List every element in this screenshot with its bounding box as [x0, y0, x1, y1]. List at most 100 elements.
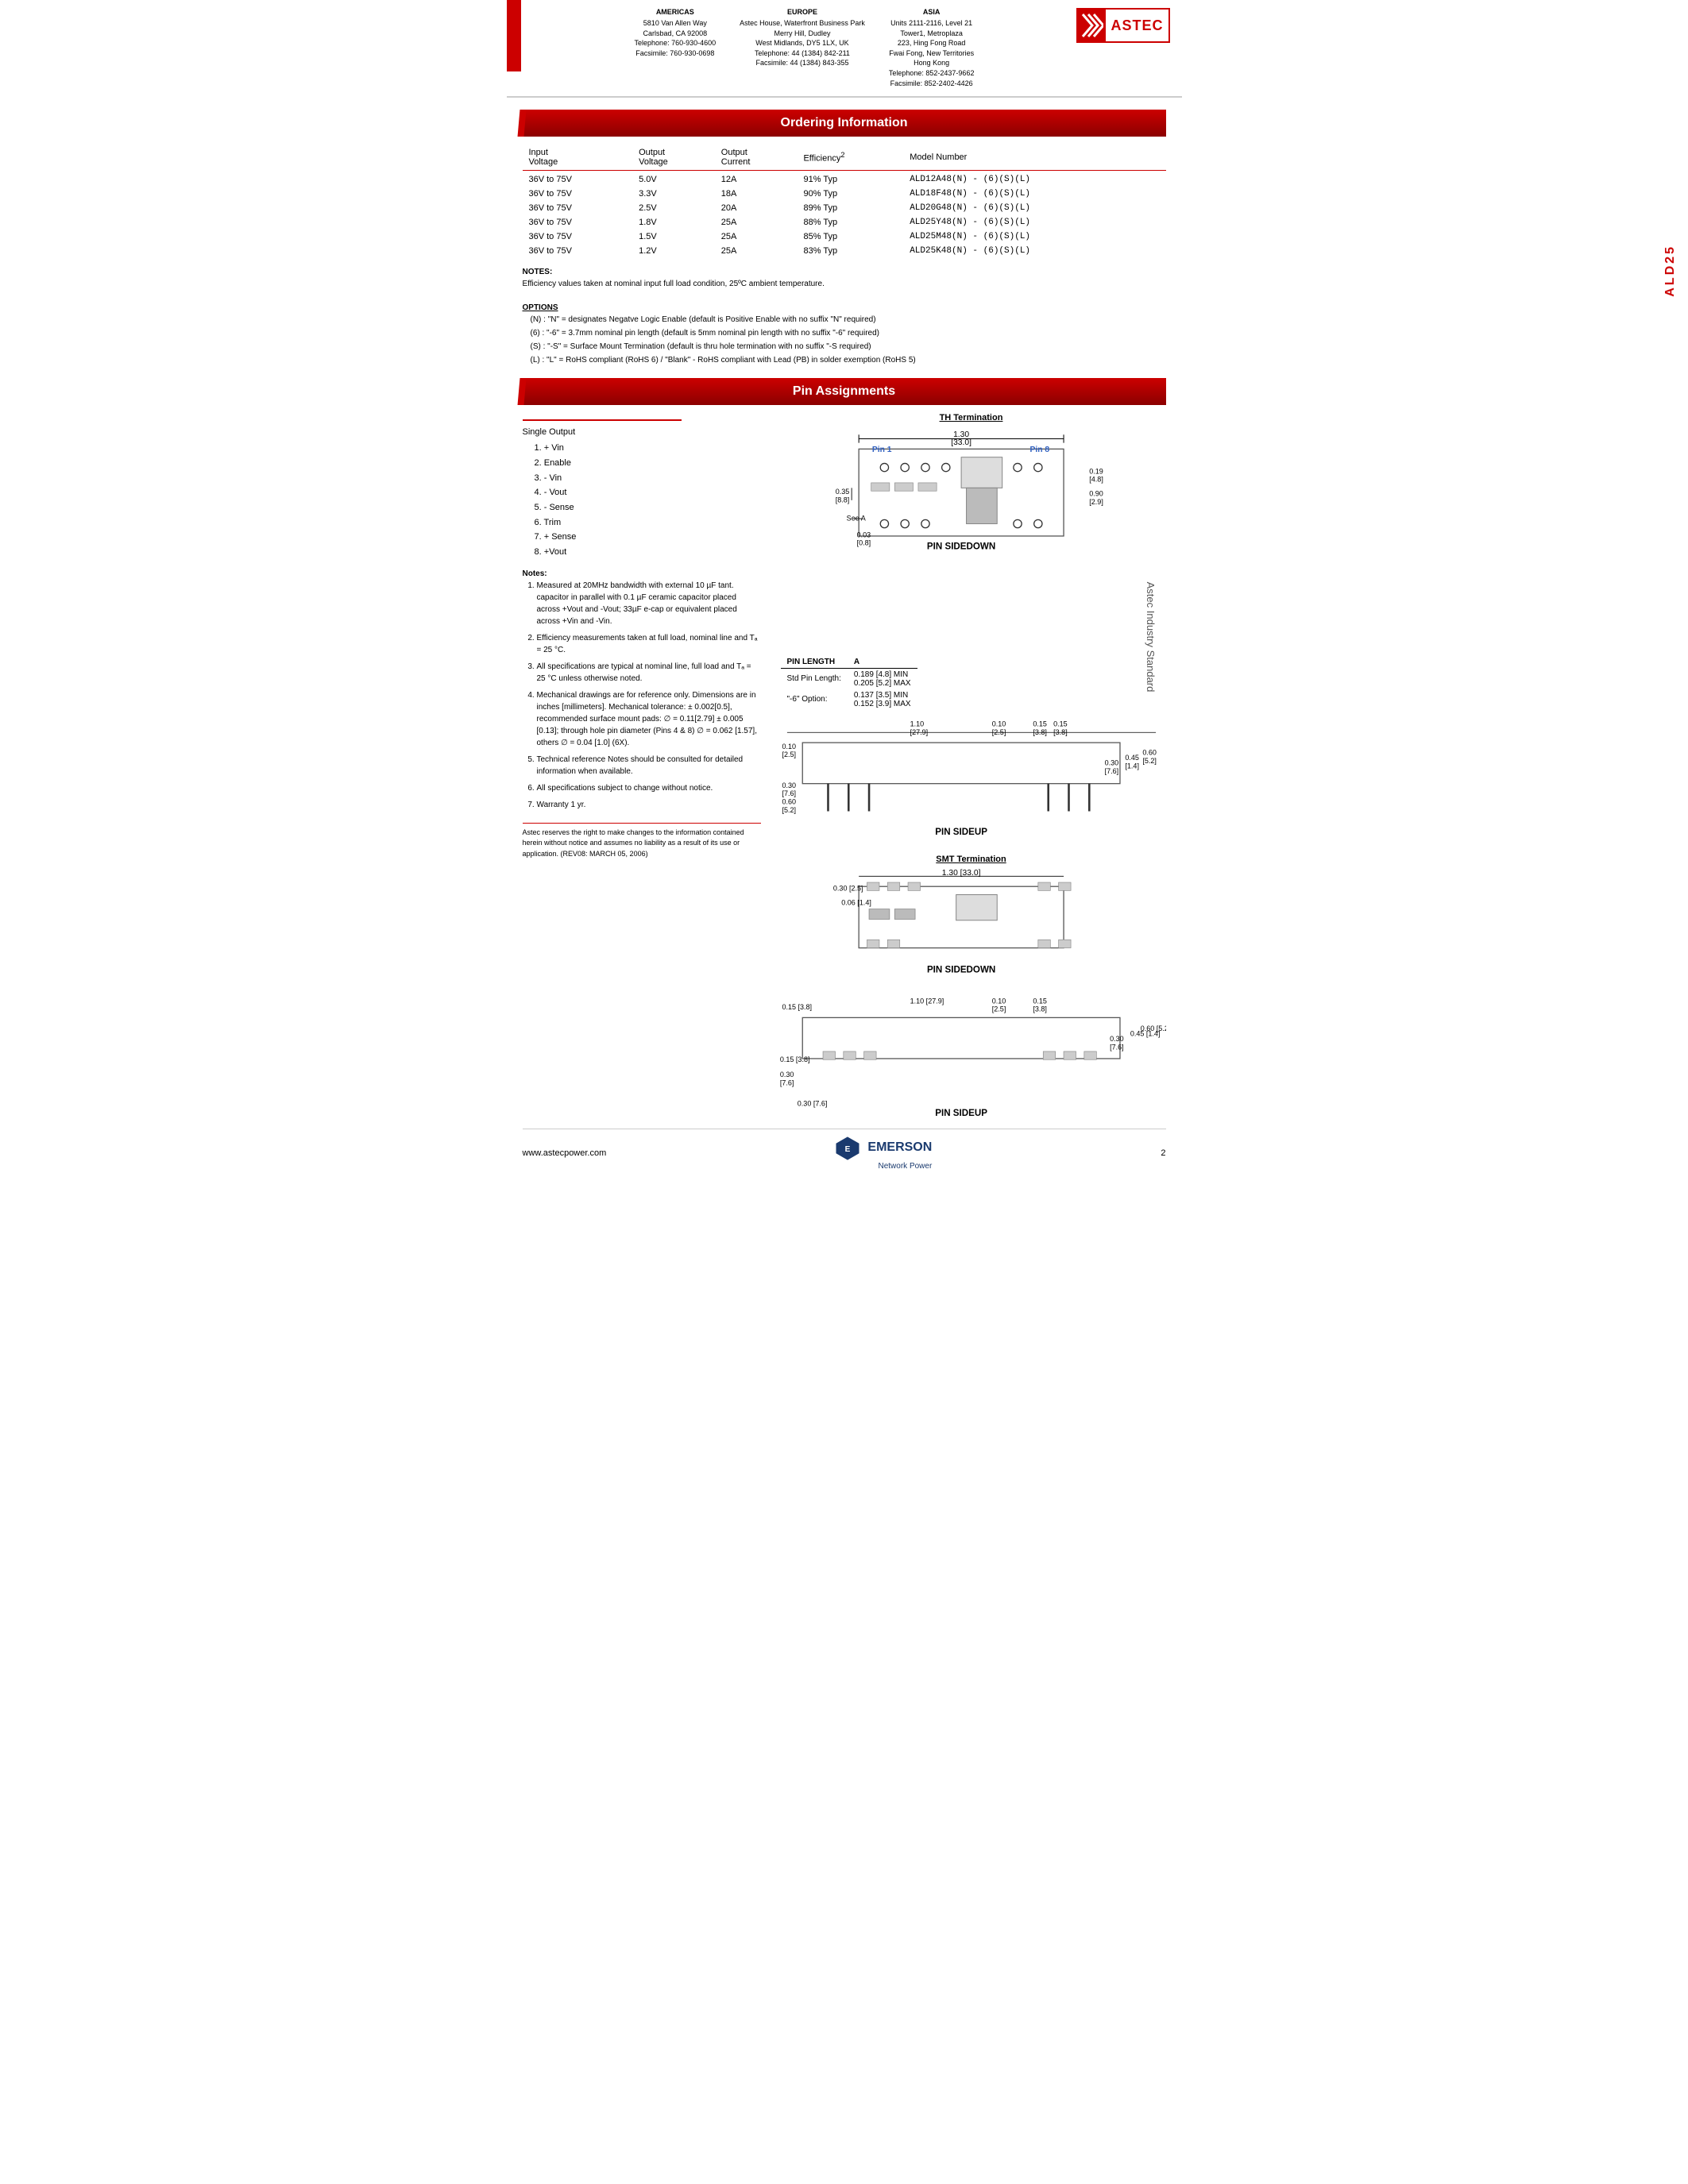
svg-text:Pin 1: Pin 1 [871, 446, 891, 454]
list-item: 6. Trim [535, 515, 761, 531]
americas-address: 5810 Van Allen WayCarlsbad, CA 92008Tele… [635, 18, 717, 58]
svg-text:1.30 [33.0]: 1.30 [33.0] [941, 869, 980, 878]
svg-text:0.30: 0.30 [782, 781, 796, 789]
svg-text:[4.8]: [4.8] [1089, 476, 1103, 484]
list-item: 4. - Vout [535, 485, 761, 500]
europe-office: EUROPE Astec House, Waterfront Business … [740, 8, 865, 88]
table-cell: 3.3V [632, 187, 715, 201]
table-cell: 36V to 75V [523, 244, 633, 258]
svg-text:1.10 [27.9]: 1.10 [27.9] [910, 997, 944, 1005]
list-item: All specifications are typical at nomina… [537, 661, 761, 685]
notes-text: Efficiency values taken at nominal input… [523, 278, 1166, 290]
astec-logo: ASTEC [1076, 8, 1169, 43]
list-item: 2. Enable [535, 456, 761, 471]
table-row: 36V to 75V3.3V18A90% TypALD18F48(N) - (6… [523, 187, 1166, 201]
list-item: Warranty 1 yr. [537, 799, 761, 811]
list-item: (L) : "L" = RoHS compliant (RoHS 6) / "B… [531, 354, 1166, 366]
svg-text:[7.6]: [7.6] [782, 789, 796, 797]
table-cell: 90% Typ [797, 187, 903, 201]
svg-text:[5.2]: [5.2] [782, 806, 796, 814]
svg-text:0.90: 0.90 [1089, 490, 1103, 498]
asia-address: Units 2111-2116, Level 21Tower1, Metropl… [889, 18, 975, 88]
pin-title: Pin Assignments [793, 384, 895, 398]
svg-text:[7.6]: [7.6] [1110, 1044, 1124, 1051]
svg-text:[1.4]: [1.4] [1125, 762, 1139, 770]
svg-text:0.35: 0.35 [835, 488, 849, 496]
list-item: 5. - Sense [535, 500, 761, 515]
ordering-title: Ordering Information [781, 116, 908, 129]
astec-text: ASTEC [1106, 16, 1168, 36]
table-cell: 2.5V [632, 201, 715, 215]
col-output-voltage: OutputVoltage [632, 145, 715, 171]
chevron-icon [1081, 11, 1103, 40]
svg-text:0.60: 0.60 [782, 797, 796, 805]
network-power: Network Power [878, 1162, 932, 1171]
europe-title: EUROPE [740, 8, 865, 16]
page-wrapper: Ordering Information InputVoltage Output… [507, 98, 1182, 1177]
svg-text:0.15 [3.8]: 0.15 [3.8] [779, 1055, 809, 1063]
svg-text:[5.2]: [5.2] [1142, 757, 1157, 765]
svg-text:1.10: 1.10 [910, 720, 924, 727]
svg-text:0.15 [3.8]: 0.15 [3.8] [782, 1003, 812, 1011]
table-header-row: InputVoltage OutputVoltage OutputCurrent… [523, 145, 1166, 171]
pin-right-column: TH Termination 1.30 [33.0] [777, 413, 1166, 1129]
list-item: 8. +Vout [535, 545, 761, 560]
list-item: (N) : "N" = designates Negatve Logic Ena… [531, 314, 1166, 326]
pin-left-column: Single Output 1. + Vin2. Enable3. - Vin4… [523, 413, 761, 1129]
table-cell: 12A [715, 171, 798, 187]
table-cell: ALD12A48(N) - (6)(S)(L) [903, 171, 1165, 187]
header-offices: AMERICAS 5810 Van Allen WayCarlsbad, CA … [519, 8, 1067, 88]
pin-length-a-header: A [848, 656, 917, 669]
logo-area: ASTEC [1067, 8, 1170, 43]
page-number: 2 [1161, 1148, 1165, 1158]
table-cell: ALD18F48(N) - (6)(S)(L) [903, 187, 1165, 201]
list-item: (S) : "-S" = Surface Mount Termination (… [531, 341, 1166, 353]
svg-text:Pin 8: Pin 8 [1029, 446, 1049, 454]
svg-text:0.15: 0.15 [1053, 720, 1068, 727]
svg-text:0.19: 0.19 [1089, 467, 1103, 475]
table-cell: 89% Typ [797, 201, 903, 215]
list-item: Efficiency measurements taken at full lo… [537, 632, 761, 656]
astec-chevron [1078, 10, 1106, 41]
table-cell: 83% Typ [797, 244, 903, 258]
th-diagram-container: 1.30 [33.0] Pin 1 [777, 426, 1166, 847]
website: www.astecpower.com [523, 1148, 607, 1158]
table-cell: 1.8V [632, 215, 715, 230]
header: AMERICAS 5810 Van Allen WayCarlsbad, CA … [507, 0, 1182, 98]
table-cell: ALD25M48(N) - (6)(S)(L) [903, 230, 1165, 244]
main-content: Ordering Information InputVoltage Output… [507, 98, 1182, 1177]
table-cell: 85% Typ [797, 230, 903, 244]
svg-text:[2.9]: [2.9] [1089, 498, 1103, 506]
th-sideup-diagram: 0.10 [2.5] 1.10 [27.9] 0.10 [2.5] 0.15 [… [777, 714, 1166, 847]
table-cell: 1.5V [632, 230, 715, 244]
list-item: 1. + Vin [535, 441, 761, 456]
table-cell: 88% Typ [797, 215, 903, 230]
col-output-current: OutputCurrent [715, 145, 798, 171]
table-cell: 36V to 75V [523, 187, 633, 201]
table-cell: 25A [715, 230, 798, 244]
europe-address: Astec House, Waterfront Business ParkMer… [740, 18, 865, 68]
americas-office: AMERICAS 5810 Van Allen WayCarlsbad, CA … [635, 8, 717, 88]
table-cell: 25A [715, 215, 798, 230]
svg-text:0.30: 0.30 [1104, 758, 1118, 766]
table-cell: 36V to 75V [523, 171, 633, 187]
svg-text:PIN SIDEUP: PIN SIDEUP [935, 827, 987, 837]
list-item: 3. - Vin [535, 471, 761, 486]
table-cell: 36V to 75V [523, 201, 633, 215]
table-cell: 36V to 75V [523, 215, 633, 230]
table-cell: 5.0V [632, 171, 715, 187]
svg-text:[2.5]: [2.5] [991, 728, 1006, 736]
asia-title: ASIA [889, 8, 975, 16]
page-footer: www.astecpower.com E EMERSON Network Pow… [523, 1129, 1166, 1177]
std-pin-label: Std Pin Length: [781, 668, 848, 689]
svg-text:0.30 [7.6]: 0.30 [7.6] [797, 1099, 827, 1107]
svg-text:[7.6]: [7.6] [1104, 767, 1118, 775]
svg-text:PIN SIDEDOWN: PIN SIDEDOWN [926, 965, 995, 975]
smt-sidedown-diagram: 1.30 [33.0] 0.30 [2.5] [777, 868, 1166, 991]
svg-text:[7.6]: [7.6] [779, 1079, 794, 1087]
options-title: OPTIONS [523, 302, 1166, 314]
asia-office: ASIA Units 2111-2116, Level 21Tower1, Me… [889, 8, 975, 88]
option6-label: "-6" Option: [781, 689, 848, 710]
svg-text:0.60 [5.2]: 0.60 [5.2] [1140, 1024, 1165, 1032]
svg-text:0.15: 0.15 [1033, 720, 1047, 727]
